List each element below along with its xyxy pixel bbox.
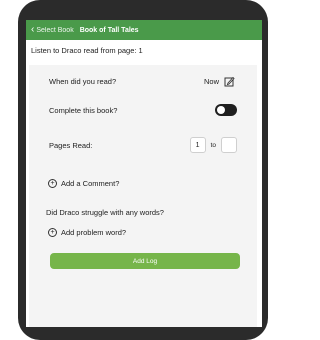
add-comment-button[interactable]: + Add a Comment? — [48, 179, 119, 188]
pages-row: Pages Read: 1 to — [29, 133, 257, 157]
when-label: When did you read? — [49, 76, 117, 86]
when-row: When did you read? Now — [29, 69, 257, 93]
chevron-left-icon[interactable]: ‹ — [31, 25, 34, 35]
toggle-knob — [217, 106, 225, 114]
add-problem-word-label: Add problem word? — [61, 228, 127, 237]
edit-icon[interactable] — [224, 76, 235, 87]
pages-from-input[interactable]: 1 — [189, 137, 206, 153]
pages-range: 1 to — [189, 137, 237, 153]
when-value[interactable]: Now — [204, 77, 219, 86]
complete-toggle[interactable] — [215, 104, 237, 116]
plus-circle-icon: + — [48, 228, 57, 237]
when-value-group[interactable]: Now — [204, 76, 235, 87]
add-comment-label: Add a Comment? — [61, 179, 120, 188]
app-screen: ‹ Select Book Book of Tall Tales Listen … — [26, 20, 262, 327]
add-problem-word-button[interactable]: + Add problem word? — [48, 228, 126, 237]
pages-to-label: to — [210, 141, 216, 149]
back-button[interactable]: Select Book — [36, 27, 73, 34]
complete-label: Complete this book? — [49, 105, 118, 115]
complete-row: Complete this book? — [29, 98, 257, 122]
add-log-button[interactable]: Add Log — [50, 253, 240, 269]
pages-to-input[interactable] — [221, 137, 237, 153]
struggle-question: Did Draco struggle with any words? — [46, 208, 164, 217]
navigation-bar: ‹ Select Book Book of Tall Tales — [26, 20, 262, 40]
reading-instruction: Listen to Draco read from page: 1 — [31, 46, 143, 55]
log-form-card: When did you read? Now Complete this boo… — [29, 65, 257, 327]
page-title: Book of Tall Tales — [79, 26, 139, 34]
plus-circle-icon: + — [48, 179, 57, 188]
pages-label: Pages Read: — [49, 140, 93, 150]
